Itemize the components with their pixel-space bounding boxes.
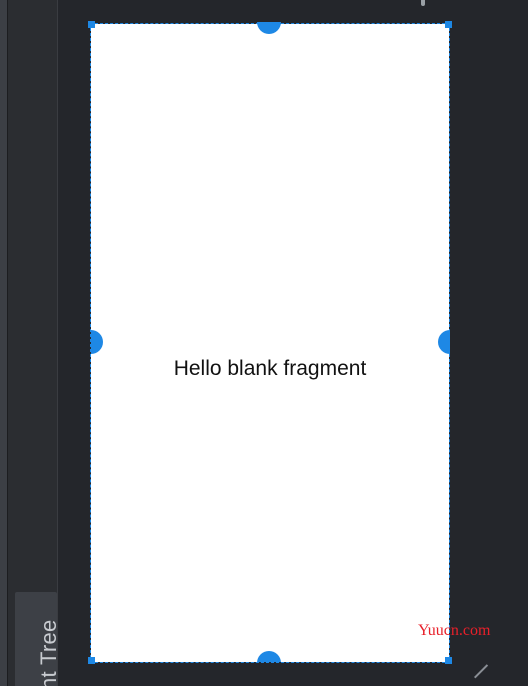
scrollbar-thumb[interactable] bbox=[421, 0, 425, 6]
design-surface[interactable]: Hello blank fragment bbox=[91, 24, 449, 662]
resize-handle-top-left[interactable] bbox=[88, 21, 95, 28]
resize-handle-top-right[interactable] bbox=[445, 21, 452, 28]
bottom-constraint-handle[interactable] bbox=[257, 651, 281, 662]
right-constraint-handle[interactable] bbox=[438, 330, 450, 354]
hello-textview[interactable]: Hello blank fragment bbox=[91, 357, 449, 381]
side-tool-strip bbox=[8, 0, 58, 686]
resize-handle-bottom-right[interactable] bbox=[445, 657, 452, 664]
left-constraint-handle[interactable] bbox=[91, 330, 103, 354]
resize-grip-icon[interactable] bbox=[474, 664, 489, 679]
resize-handle-bottom-left[interactable] bbox=[88, 657, 95, 664]
window-edge bbox=[0, 0, 8, 686]
component-tree-tab-label: nt Tree bbox=[36, 619, 61, 686]
top-constraint-handle[interactable] bbox=[257, 22, 281, 34]
layout-editor: nt Tree Hello blank fragment Yuucn.com bbox=[0, 0, 528, 686]
watermark: Yuucn.com bbox=[418, 622, 491, 639]
